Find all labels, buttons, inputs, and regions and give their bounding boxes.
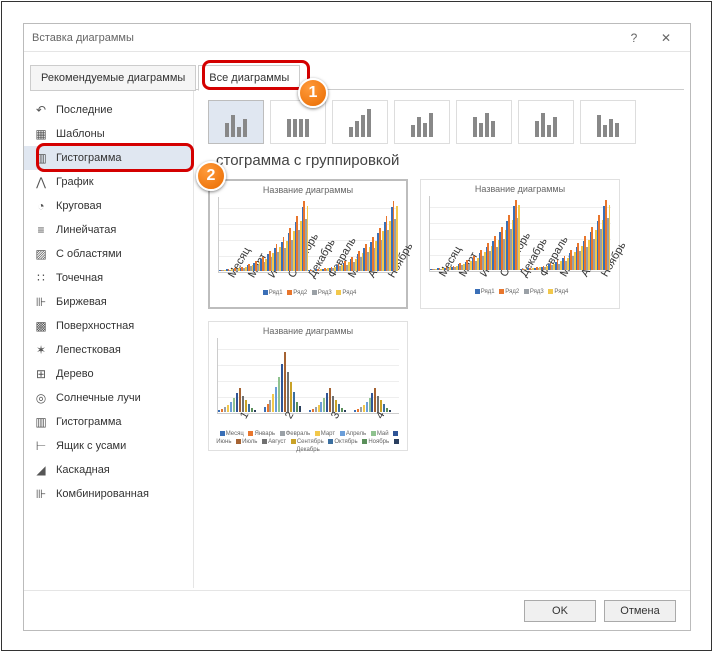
preview-xlabels: 1234 bbox=[217, 415, 399, 427]
ok-button[interactable]: OK bbox=[524, 600, 596, 622]
preview-xlabels: МесяцМартИюньСентябрьДекабрьФевральМайАв… bbox=[218, 274, 398, 286]
chart-type-icon: ≡ bbox=[34, 223, 48, 237]
preview-legend: Месяц Январь Февраль Март Апрель Май Июн… bbox=[213, 430, 403, 454]
sidebar-item-label: Круговая bbox=[56, 200, 102, 212]
insert-chart-dialog: Вставка диаграммы ? ✕ Рекомендуемые диаг… bbox=[23, 23, 691, 631]
chart-subtype-0[interactable] bbox=[208, 100, 264, 144]
chart-type-icon: ✶ bbox=[34, 343, 48, 357]
sidebar-item-label: С областями bbox=[56, 248, 122, 260]
chart-type-icon: ⊪ bbox=[34, 487, 48, 501]
chart-type-icon: ◢ bbox=[34, 463, 48, 477]
cancel-button[interactable]: Отмена bbox=[604, 600, 676, 622]
sidebar-item-label: Лепестковая bbox=[56, 344, 121, 356]
chart-subtype-heading: стограмма с группировкой bbox=[216, 152, 676, 169]
sidebar-item-14[interactable]: ⊢ Ящик с усами bbox=[24, 434, 193, 458]
sidebar-item-label: График bbox=[56, 176, 94, 188]
sidebar-item-label: Каскадная bbox=[56, 464, 110, 476]
chart-subtype-3[interactable] bbox=[394, 100, 450, 144]
chart-type-icon: ↶ bbox=[34, 103, 48, 117]
sidebar-item-label: Точечная bbox=[56, 272, 103, 284]
sidebar-item-9[interactable]: ▩ Поверхностная bbox=[24, 314, 193, 338]
preview-legend: Ряд1 Ряд2 Ряд3 Ряд4 bbox=[425, 288, 615, 296]
preview-legend: Ряд1 Ряд2 Ряд3 Ряд4 bbox=[214, 289, 402, 297]
preview-title: Название диаграммы bbox=[214, 185, 402, 195]
dialog-body: ↶ Последние ▦ Шаблоны ▥ Гистограмма ⋀ График ◔ Кр… bbox=[24, 90, 690, 588]
titlebar: Вставка диаграммы ? ✕ bbox=[24, 24, 690, 52]
chart-type-icon: ◎ bbox=[34, 391, 48, 405]
chart-type-icon: ◔ bbox=[34, 199, 48, 213]
preview-title: Название диаграммы bbox=[425, 184, 615, 194]
sidebar-item-label: Биржевая bbox=[56, 296, 107, 308]
screenshot-frame: Вставка диаграммы ? ✕ Рекомендуемые диаг… bbox=[1, 1, 712, 651]
sidebar-item-11[interactable]: ⊞ Дерево bbox=[24, 362, 193, 386]
sidebar-item-0[interactable]: ↶ Последние bbox=[24, 98, 193, 122]
annotation-badge-1: 1 bbox=[298, 78, 328, 108]
sidebar-item-label: Гистограмма bbox=[56, 152, 122, 164]
main-panel: стограмма с группировкой Название диагра… bbox=[194, 90, 690, 588]
sidebar-item-label: Поверхностная bbox=[56, 320, 134, 332]
sidebar-item-8[interactable]: ⊪ Биржевая bbox=[24, 290, 193, 314]
chart-type-icon: ⊢ bbox=[34, 439, 48, 453]
sidebar-item-label: Шаблоны bbox=[56, 128, 105, 140]
chart-type-sidebar: ↶ Последние ▦ Шаблоны ▥ Гистограмма ⋀ График ◔ Кр… bbox=[24, 90, 194, 588]
preview-chart bbox=[217, 338, 399, 414]
chart-type-icon: ▥ bbox=[34, 415, 48, 429]
chart-subtype-4[interactable] bbox=[456, 100, 512, 144]
sidebar-item-15[interactable]: ◢ Каскадная bbox=[24, 458, 193, 482]
sidebar-item-5[interactable]: ≡ Линейчатая bbox=[24, 218, 193, 242]
chart-type-icon: ▩ bbox=[34, 319, 48, 333]
sidebar-item-7[interactable]: ∷ Точечная bbox=[24, 266, 193, 290]
tab-recommended[interactable]: Рекомендуемые диаграммы bbox=[30, 65, 196, 91]
chart-subtype-6[interactable] bbox=[580, 100, 636, 144]
dialog-footer: OK Отмена bbox=[24, 590, 690, 630]
preview-title: Название диаграммы bbox=[213, 326, 403, 336]
sidebar-item-2[interactable]: ▥ Гистограмма bbox=[24, 146, 193, 170]
sidebar-item-10[interactable]: ✶ Лепестковая bbox=[24, 338, 193, 362]
sidebar-item-12[interactable]: ◎ Солнечные лучи bbox=[24, 386, 193, 410]
help-button[interactable]: ? bbox=[618, 31, 650, 45]
chart-subtype-5[interactable] bbox=[518, 100, 574, 144]
sidebar-item-4[interactable]: ◔ Круговая bbox=[24, 194, 193, 218]
chart-type-icon: ▨ bbox=[34, 247, 48, 261]
sidebar-item-1[interactable]: ▦ Шаблоны bbox=[24, 122, 193, 146]
close-button[interactable]: ✕ bbox=[650, 31, 682, 45]
sidebar-item-16[interactable]: ⊪ Комбинированная bbox=[24, 482, 193, 506]
chart-type-icon: ∷ bbox=[34, 271, 48, 285]
chart-subtype-row bbox=[208, 100, 676, 144]
sidebar-item-label: Гистограмма bbox=[56, 416, 122, 428]
chart-type-icon: ▦ bbox=[34, 127, 48, 141]
sidebar-item-label: Солнечные лучи bbox=[56, 392, 141, 404]
sidebar-item-label: Ящик с усами bbox=[56, 440, 126, 452]
chart-type-icon: ⊞ bbox=[34, 367, 48, 381]
chart-preview-2[interactable]: Название диаграммы МесяцМартИюньСентябрь… bbox=[420, 179, 620, 309]
tab-all-charts[interactable]: Все диаграммы bbox=[198, 65, 300, 91]
tab-strip: Рекомендуемые диаграммы Все диаграммы bbox=[24, 62, 690, 90]
annotation-badge-2: 2 bbox=[196, 161, 226, 191]
sidebar-item-label: Линейчатая bbox=[56, 224, 116, 236]
chart-type-icon: ⊪ bbox=[34, 295, 48, 309]
window-title: Вставка диаграммы bbox=[32, 32, 618, 44]
sidebar-item-label: Последние bbox=[56, 104, 113, 116]
sidebar-item-label: Дерево bbox=[56, 368, 94, 380]
chart-previews: Название диаграммы МесяцМартИюньСентябрь… bbox=[208, 179, 676, 451]
chart-subtype-2[interactable] bbox=[332, 100, 388, 144]
sidebar-item-label: Комбинированная bbox=[56, 488, 149, 500]
chart-type-icon: ▥ bbox=[34, 151, 48, 165]
preview-xlabels: МесяцМартИюньСентябрьДекабрьФевральМайАв… bbox=[429, 273, 611, 285]
chart-type-icon: ⋀ bbox=[34, 175, 48, 189]
sidebar-item-6[interactable]: ▨ С областями bbox=[24, 242, 193, 266]
chart-preview-1[interactable]: Название диаграммы МесяцМартИюньСентябрь… bbox=[208, 179, 408, 309]
chart-preview-3[interactable]: Название диаграммы 1234 Месяц Январь Фев… bbox=[208, 321, 408, 451]
sidebar-item-3[interactable]: ⋀ График bbox=[24, 170, 193, 194]
sidebar-item-13[interactable]: ▥ Гистограмма bbox=[24, 410, 193, 434]
